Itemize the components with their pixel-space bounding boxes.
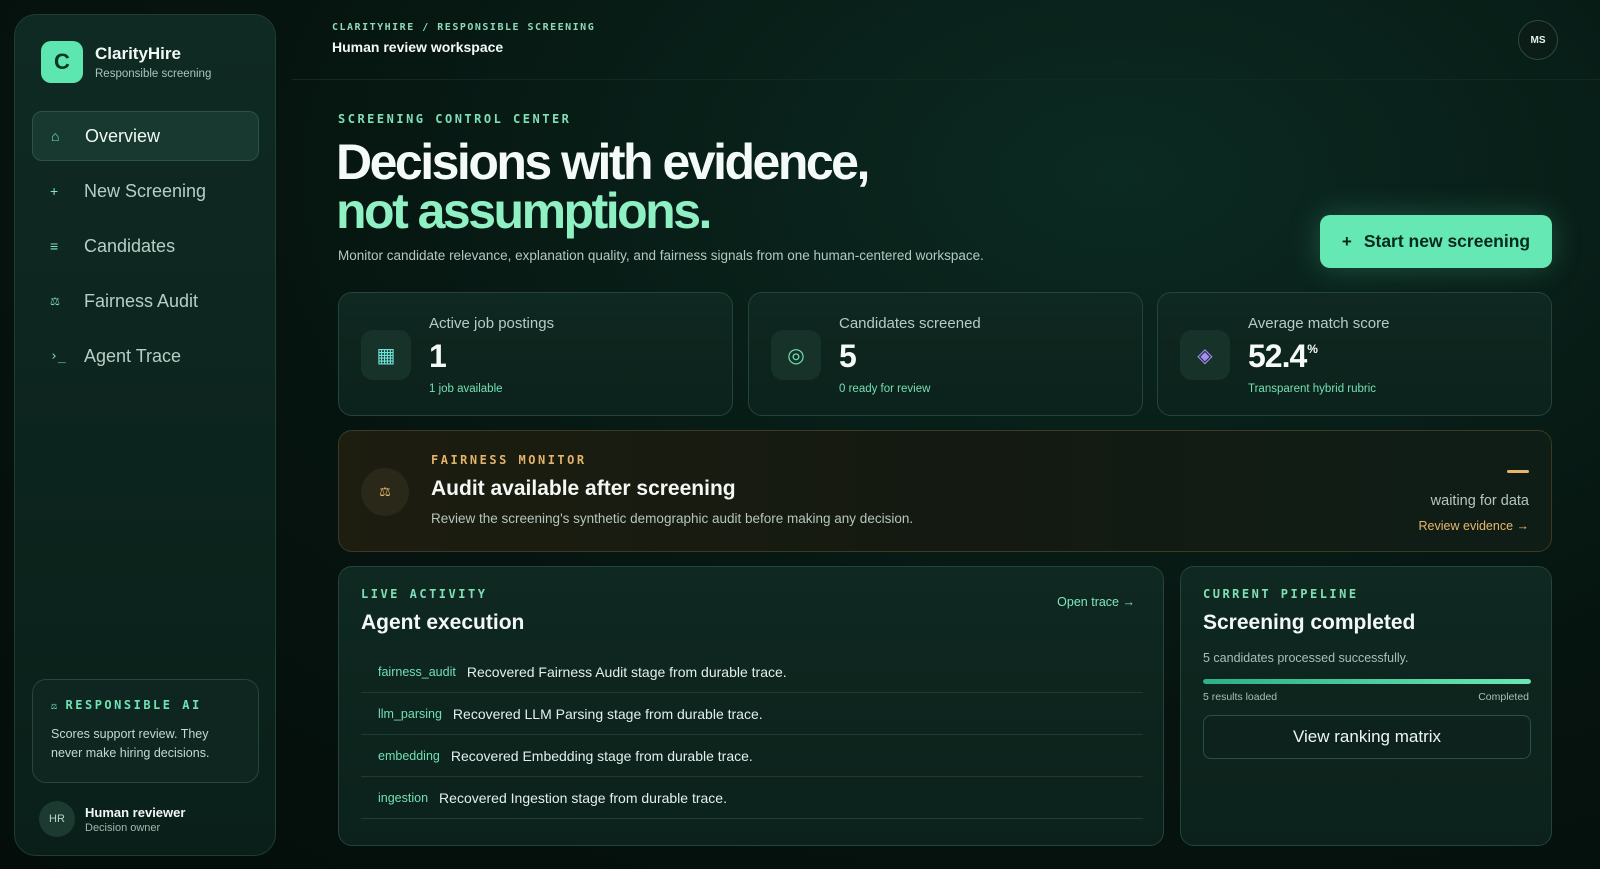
responsible-ai-title: ⚖ RESPONSIBLE AI: [51, 698, 202, 712]
progress-left-label: 5 results loaded: [1203, 691, 1278, 703]
brand-logo: C: [41, 41, 83, 83]
list-item[interactable]: fairness_audit Recovered Fairness Audit …: [361, 651, 1143, 693]
stat-unit: %: [1307, 342, 1318, 356]
stat-label: Average match score: [1248, 315, 1390, 332]
activity-stage-tag: llm_parsing: [378, 706, 442, 721]
brand[interactable]: C ClarityHire Responsible screening: [41, 41, 211, 83]
activity-text: Recovered Ingestion stage from durable t…: [439, 789, 727, 806]
top-header: CLARITYHIRE / RESPONSIBLE SCREENING Huma…: [292, 0, 1600, 80]
activity-stage-tag: fairness_audit: [378, 664, 456, 679]
sidebar-item-label: Fairness Audit: [84, 290, 199, 311]
activity-text: Recovered Fairness Audit stage from dura…: [466, 663, 787, 680]
activity-title: Agent execution: [361, 611, 525, 634]
sidebar-item-label: Candidates: [84, 235, 176, 256]
view-ranking-matrix-button[interactable]: View ranking matrix: [1203, 715, 1531, 759]
stat-sub: 1 job available: [429, 383, 503, 395]
breadcrumb[interactable]: CLARITYHIRE / RESPONSIBLE SCREENING: [332, 22, 595, 33]
stat-label: Candidates screened: [839, 315, 981, 332]
list-item[interactable]: ingestion Recovered Ingestion stage from…: [361, 777, 1143, 819]
scale-icon: ⚖: [361, 468, 409, 516]
fairness-title: Audit available after screening: [431, 477, 736, 500]
stat-value: 52.4%: [1248, 338, 1318, 374]
terminal-icon: ›_: [50, 348, 66, 364]
hero-headline-accent: not assumptions.: [336, 183, 712, 239]
activity-list: fairness_audit Recovered Fairness Audit …: [361, 651, 1143, 819]
user-name: Human reviewer: [85, 804, 186, 820]
review-evidence-link[interactable]: Review evidence →: [1419, 519, 1529, 533]
activity-text: Recovered LLM Parsing stage from durable…: [452, 705, 763, 722]
sidebar-item-agent-trace[interactable]: ›_ Agent Trace: [32, 331, 259, 381]
sidebar-item-candidates[interactable]: ≡ Candidates: [32, 221, 259, 271]
sidebar: C ClarityHire Responsible screening ⌂ Ov…: [14, 14, 276, 856]
fairness-description: Review the screening's synthetic demogra…: [431, 511, 914, 526]
stat-label: Active job postings: [429, 315, 555, 332]
responsible-ai-text: Scores support review. They never make h…: [51, 727, 210, 760]
cta-label: Start new screening: [1363, 231, 1531, 251]
fairness-eyebrow: FAIRNESS MONITOR: [431, 453, 587, 467]
stat-sub: Transparent hybrid rubric: [1248, 383, 1377, 395]
target-icon: ◎: [771, 330, 821, 380]
activity-stage-tag: ingestion: [378, 790, 429, 805]
activity-eyebrow: LIVE ACTIVITY: [361, 587, 488, 601]
plus-icon: +: [50, 183, 59, 199]
live-activity-panel: LIVE ACTIVITY Agent execution Open trace…: [338, 566, 1164, 846]
start-new-screening-button[interactable]: + Start new screening: [1320, 215, 1552, 268]
avatar: HR: [39, 801, 75, 837]
page-title: Human review workspace: [332, 39, 504, 55]
fairness-monitor-card: ⚖ FAIRNESS MONITOR Audit available after…: [338, 430, 1552, 552]
stat-card-active-jobs[interactable]: ▦ Active job postings 1 1 job available: [338, 292, 733, 416]
sidebar-item-label: Overview: [85, 125, 161, 146]
stat-card-average-match-score[interactable]: ◈ Average match score 52.4% Transparent …: [1157, 292, 1552, 416]
scale-icon: ⚖: [51, 701, 60, 712]
stat-value: 5: [839, 338, 857, 374]
dash-icon: [1507, 470, 1529, 473]
current-pipeline-panel: CURRENT PIPELINE Screening completed 5 c…: [1180, 566, 1552, 846]
sidebar-item-overview[interactable]: ⌂ Overview: [32, 111, 259, 161]
list-item[interactable]: llm_parsing Recovered LLM Parsing stage …: [361, 693, 1143, 735]
responsible-ai-card: ⚖ RESPONSIBLE AI Scores support review. T…: [32, 679, 259, 783]
list-item[interactable]: embedding Recovered Embedding stage from…: [361, 735, 1143, 777]
open-trace-link[interactable]: Open trace →: [1057, 595, 1135, 609]
brand-name: ClarityHire: [95, 44, 181, 63]
stat-card-candidates-screened[interactable]: ◎ Candidates screened 5 0 ready for revi…: [748, 292, 1143, 416]
pipeline-title: Screening completed: [1203, 611, 1416, 634]
progress-right-label: Completed: [1478, 691, 1529, 703]
plus-icon: +: [1341, 231, 1352, 251]
sidebar-item-new-screening[interactable]: + New Screening: [32, 166, 259, 216]
hero-eyebrow: SCREENING CONTROL CENTER: [338, 112, 572, 126]
pipeline-eyebrow: CURRENT PIPELINE: [1203, 587, 1359, 601]
header-avatar[interactable]: MS: [1518, 20, 1558, 60]
sidebar-item-fairness-audit[interactable]: ⚖ Fairness Audit: [32, 276, 259, 326]
user-role: Decision owner: [85, 821, 161, 834]
pipeline-subtitle: 5 candidates processed successfully.: [1203, 651, 1409, 665]
user-profile[interactable]: HR Human reviewer Decision owner: [39, 801, 185, 837]
fairness-status: waiting for data: [1430, 493, 1529, 509]
progress-bar: [1203, 679, 1531, 684]
sidebar-item-label: Agent Trace: [84, 345, 182, 366]
grid-icon: ▦: [361, 330, 411, 380]
diamond-icon: ◈: [1180, 330, 1230, 380]
stat-value: 1: [429, 338, 447, 374]
home-icon: ⌂: [51, 128, 60, 144]
sidebar-nav: ⌂ Overview + New Screening ≡ Candidates …: [32, 111, 259, 386]
brand-subtitle: Responsible screening: [95, 68, 212, 80]
scale-icon: ⚖: [50, 295, 60, 308]
progress-fill: [1203, 679, 1531, 684]
sidebar-item-label: New Screening: [84, 180, 207, 201]
stat-sub: 0 ready for review: [839, 383, 931, 395]
activity-text: Recovered Embedding stage from durable t…: [450, 747, 753, 764]
list-icon: ≡: [50, 238, 59, 254]
activity-stage-tag: embedding: [378, 748, 440, 763]
hero-description: Monitor candidate relevance, explanation…: [338, 248, 984, 263]
